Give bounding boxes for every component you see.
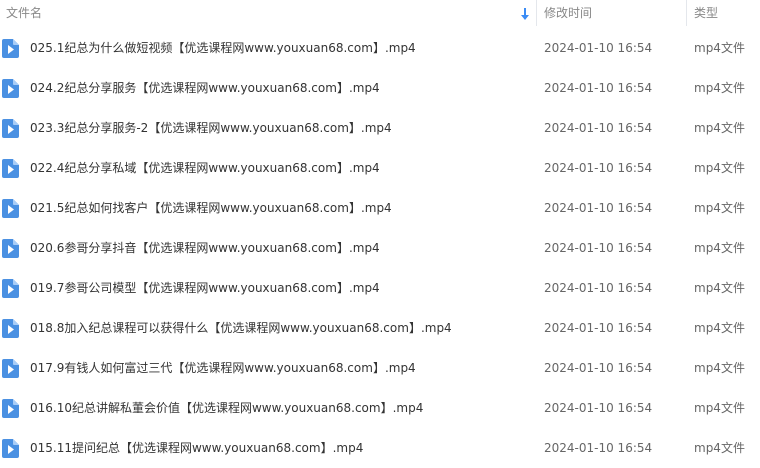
video-file-icon [2,279,19,298]
file-name: 018.8加入纪总课程可以获得什么【优选课程网www.youxuan68.com… [30,321,452,335]
column-divider[interactable] [686,0,687,26]
file-modified-time: 2024-01-10 16:54 [544,161,653,175]
file-type: mp4文件 [694,441,745,455]
file-type: mp4文件 [694,241,745,255]
file-name: 025.1纪总为什么做短视频【优选课程网www.youxuan68.com】.m… [30,41,416,55]
file-type: mp4文件 [694,321,745,335]
file-name: 015.11提问纪总【优选课程网www.youxuan68.com】.mp4 [30,441,364,455]
video-file-icon [2,319,19,338]
file-modified-time: 2024-01-10 16:54 [544,441,653,455]
file-modified-time: 2024-01-10 16:54 [544,81,653,95]
video-file-icon [2,159,19,178]
video-file-icon [2,119,19,138]
file-name: 016.10纪总讲解私董会价值【优选课程网www.youxuan68.com】.… [30,401,424,415]
file-type: mp4文件 [694,121,745,135]
file-type: mp4文件 [694,401,745,415]
column-header: 文件名 修改时间 类型 [0,0,760,28]
file-modified-time: 2024-01-10 16:54 [544,201,653,215]
column-header-name[interactable]: 文件名 [6,0,526,28]
sort-descending-icon[interactable] [520,6,530,20]
file-row[interactable]: 017.9有钱人如何富过三代【优选课程网www.youxuan68.com】.m… [0,348,760,388]
file-type: mp4文件 [694,201,745,215]
video-file-icon [2,199,19,218]
file-name: 019.7参哥公司模型【优选课程网www.youxuan68.com】.mp4 [30,281,380,295]
column-header-type[interactable]: 类型 [694,0,754,28]
file-row[interactable]: 019.7参哥公司模型【优选课程网www.youxuan68.com】.mp4 … [0,268,760,308]
file-name: 017.9有钱人如何富过三代【优选课程网www.youxuan68.com】.m… [30,361,416,375]
file-row[interactable]: 025.1纪总为什么做短视频【优选课程网www.youxuan68.com】.m… [0,28,760,68]
file-row[interactable]: 022.4纪总分享私域【优选课程网www.youxuan68.com】.mp4 … [0,148,760,188]
file-name: 020.6参哥分享抖音【优选课程网www.youxuan68.com】.mp4 [30,241,380,255]
file-type: mp4文件 [694,41,745,55]
file-modified-time: 2024-01-10 16:54 [544,361,653,375]
file-modified-time: 2024-01-10 16:54 [544,41,653,55]
file-type: mp4文件 [694,361,745,375]
file-modified-time: 2024-01-10 16:54 [544,241,653,255]
video-file-icon [2,239,19,258]
file-name: 022.4纪总分享私域【优选课程网www.youxuan68.com】.mp4 [30,161,380,175]
column-header-modified-time[interactable]: 修改时间 [544,0,674,28]
file-modified-time: 2024-01-10 16:54 [544,401,653,415]
file-row[interactable]: 023.3纪总分享服务-2【优选课程网www.youxuan68.com】.mp… [0,108,760,148]
video-file-icon [2,399,19,418]
file-modified-time: 2024-01-10 16:54 [544,321,653,335]
file-modified-time: 2024-01-10 16:54 [544,281,653,295]
file-type: mp4文件 [694,161,745,175]
column-divider[interactable] [536,0,537,26]
file-modified-time: 2024-01-10 16:54 [544,121,653,135]
video-file-icon [2,439,19,458]
file-list: 025.1纪总为什么做短视频【优选课程网www.youxuan68.com】.m… [0,28,760,468]
file-name: 021.5纪总如何找客户【优选课程网www.youxuan68.com】.mp4 [30,201,392,215]
file-type: mp4文件 [694,281,745,295]
file-row[interactable]: 015.11提问纪总【优选课程网www.youxuan68.com】.mp4 2… [0,428,760,468]
file-name: 023.3纪总分享服务-2【优选课程网www.youxuan68.com】.mp… [30,121,392,135]
video-file-icon [2,359,19,378]
file-row[interactable]: 018.8加入纪总课程可以获得什么【优选课程网www.youxuan68.com… [0,308,760,348]
video-file-icon [2,79,19,98]
file-name: 024.2纪总分享服务【优选课程网www.youxuan68.com】.mp4 [30,81,380,95]
video-file-icon [2,39,19,58]
file-row[interactable]: 024.2纪总分享服务【优选课程网www.youxuan68.com】.mp4 … [0,68,760,108]
file-row[interactable]: 020.6参哥分享抖音【优选课程网www.youxuan68.com】.mp4 … [0,228,760,268]
file-row[interactable]: 016.10纪总讲解私董会价值【优选课程网www.youxuan68.com】.… [0,388,760,428]
file-row[interactable]: 021.5纪总如何找客户【优选课程网www.youxuan68.com】.mp4… [0,188,760,228]
file-type: mp4文件 [694,81,745,95]
